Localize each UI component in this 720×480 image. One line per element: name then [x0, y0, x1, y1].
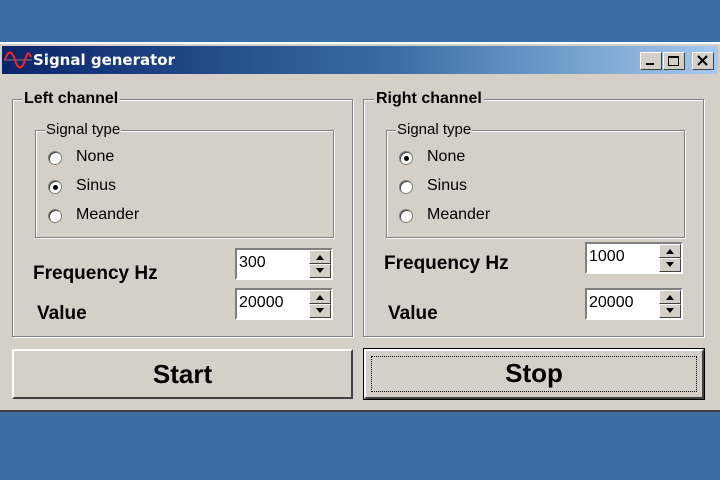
right-value-spinbox[interactable]	[585, 288, 683, 320]
right-frequency-spinbox[interactable]	[585, 242, 683, 274]
radio-button[interactable]	[48, 209, 62, 223]
arrow-up-icon	[316, 295, 324, 300]
radio-button[interactable]	[399, 151, 413, 165]
right-channel-group: Right channel Signal type None Sinus Mea…	[363, 90, 704, 337]
arrow-up-icon	[316, 255, 324, 260]
radio-button[interactable]	[48, 151, 62, 165]
right-signal-type-group: Signal type None Sinus Meander	[386, 122, 685, 238]
radio-selected-dot	[53, 185, 58, 190]
spin-buttons	[309, 290, 331, 318]
right-channel-title: Right channel	[374, 90, 484, 108]
radio-label: Sinus	[76, 177, 117, 194]
left-signal-type-label: Signal type	[45, 121, 122, 138]
left-frequency-spinbox[interactable]	[235, 248, 333, 280]
radio-label: Meander	[76, 206, 140, 223]
radio-label: Meander	[427, 206, 491, 223]
left-frequency-input[interactable]	[239, 252, 307, 274]
left-channel-group: Left channel Signal type None Sinus Mean…	[12, 90, 353, 337]
left-value-input[interactable]	[239, 292, 307, 314]
close-button[interactable]	[692, 52, 714, 70]
left-frequency-label: Frequency Hz	[33, 263, 158, 284]
sine-wave-icon	[4, 51, 32, 69]
spin-buttons	[309, 250, 331, 278]
spin-up-button[interactable]	[659, 244, 681, 258]
arrow-down-icon	[316, 308, 324, 313]
start-button[interactable]: Start	[12, 349, 353, 399]
spin-down-button[interactable]	[659, 258, 681, 272]
arrow-up-icon	[666, 249, 674, 254]
close-icon	[697, 55, 708, 66]
minimize-icon	[646, 63, 654, 65]
maximize-icon	[668, 56, 679, 66]
spin-buttons	[659, 290, 681, 318]
right-signal-type-label: Signal type	[396, 121, 473, 138]
left-signal-type-group: Signal type None Sinus Meander	[35, 122, 334, 238]
spin-buttons	[659, 244, 681, 272]
left-value-label: Value	[37, 303, 87, 324]
spin-down-button[interactable]	[309, 264, 331, 278]
spin-down-button[interactable]	[659, 304, 681, 318]
spin-up-button[interactable]	[659, 290, 681, 304]
right-frequency-label: Frequency Hz	[384, 253, 509, 274]
minimize-button[interactable]	[640, 52, 662, 70]
window-title: Signal generator	[33, 51, 176, 69]
radio-label: Sinus	[427, 177, 468, 194]
title-bar[interactable]: Signal generator	[2, 46, 718, 74]
spin-up-button[interactable]	[309, 250, 331, 264]
spin-up-button[interactable]	[309, 290, 331, 304]
stop-button[interactable]: Stop	[363, 348, 705, 400]
maximize-button[interactable]	[663, 52, 685, 70]
radio-label: None	[427, 148, 466, 165]
right-value-label: Value	[388, 303, 438, 324]
radio-button[interactable]	[399, 180, 413, 194]
arrow-down-icon	[316, 268, 324, 273]
left-value-spinbox[interactable]	[235, 288, 333, 320]
right-value-input[interactable]	[589, 292, 657, 314]
radio-label: None	[76, 148, 115, 165]
left-channel-title: Left channel	[22, 90, 121, 108]
focus-rectangle	[371, 356, 697, 392]
radio-button[interactable]	[48, 180, 62, 194]
radio-selected-dot	[404, 156, 409, 161]
arrow-down-icon	[666, 308, 674, 313]
arrow-up-icon	[666, 295, 674, 300]
right-frequency-input[interactable]	[589, 246, 657, 268]
arrow-down-icon	[666, 262, 674, 267]
spin-down-button[interactable]	[309, 304, 331, 318]
signal-generator-window: Signal generator Left channel Signal typ…	[0, 42, 720, 412]
radio-button[interactable]	[399, 209, 413, 223]
